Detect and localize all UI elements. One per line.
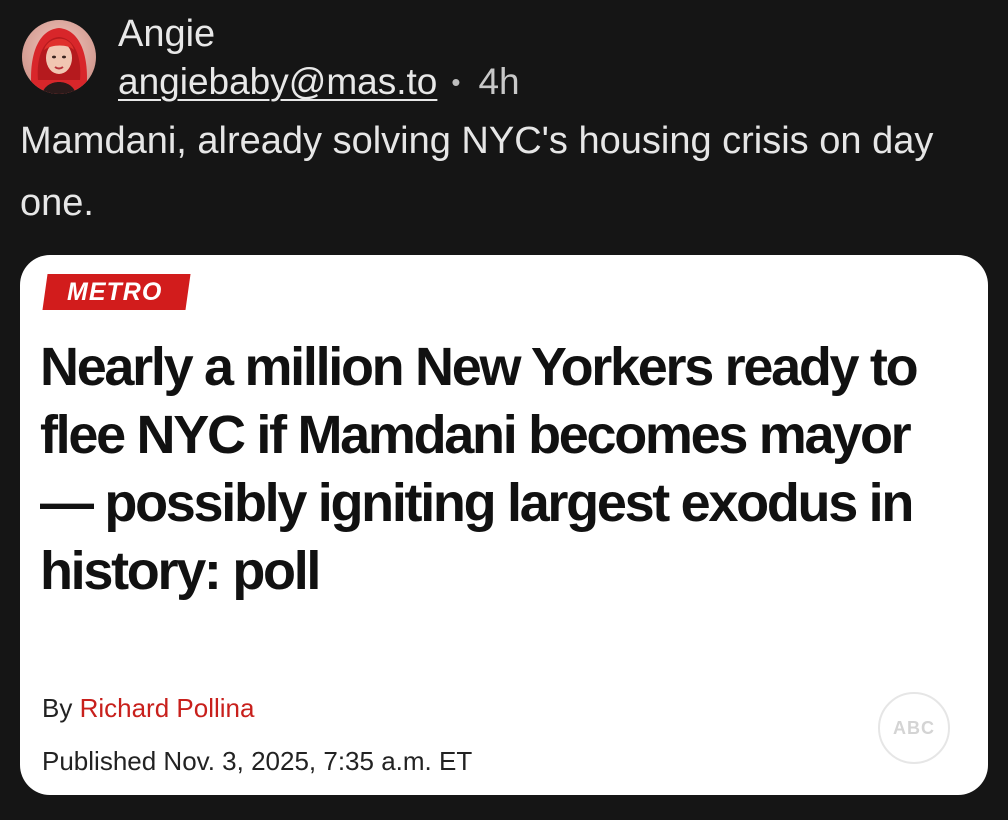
section-tag: METRO [42, 274, 191, 310]
byline-prefix: By [42, 693, 73, 723]
avatar[interactable] [22, 20, 96, 94]
author-link[interactable]: Richard Pollina [80, 693, 255, 723]
section-tag-label: METRO [67, 278, 163, 306]
display-name[interactable]: Angie [118, 12, 215, 56]
link-preview-card[interactable]: METRO Nearly a million New Yorkers ready… [20, 255, 988, 795]
post-text: Mamdani, already solving NYC's housing c… [20, 120, 934, 224]
article-byline: By Richard Pollina [42, 693, 254, 724]
avatar-image [22, 20, 96, 94]
account-handle-link[interactable]: angiebaby@mas.to [118, 61, 437, 103]
post-timestamp[interactable]: 4h [478, 61, 519, 103]
abc-badge[interactable]: ABC [878, 692, 950, 764]
article-headline: Nearly a million New Yorkers ready to fl… [40, 337, 919, 601]
post-meta: angiebaby@mas.to • 4h [118, 58, 520, 106]
separator-dot: • [451, 66, 461, 97]
post: Angie angiebaby@mas.to • 4h Mamdani, alr… [0, 0, 1008, 820]
published-date: Published Nov. 3, 2025, 7:35 a.m. ET [42, 746, 473, 776]
